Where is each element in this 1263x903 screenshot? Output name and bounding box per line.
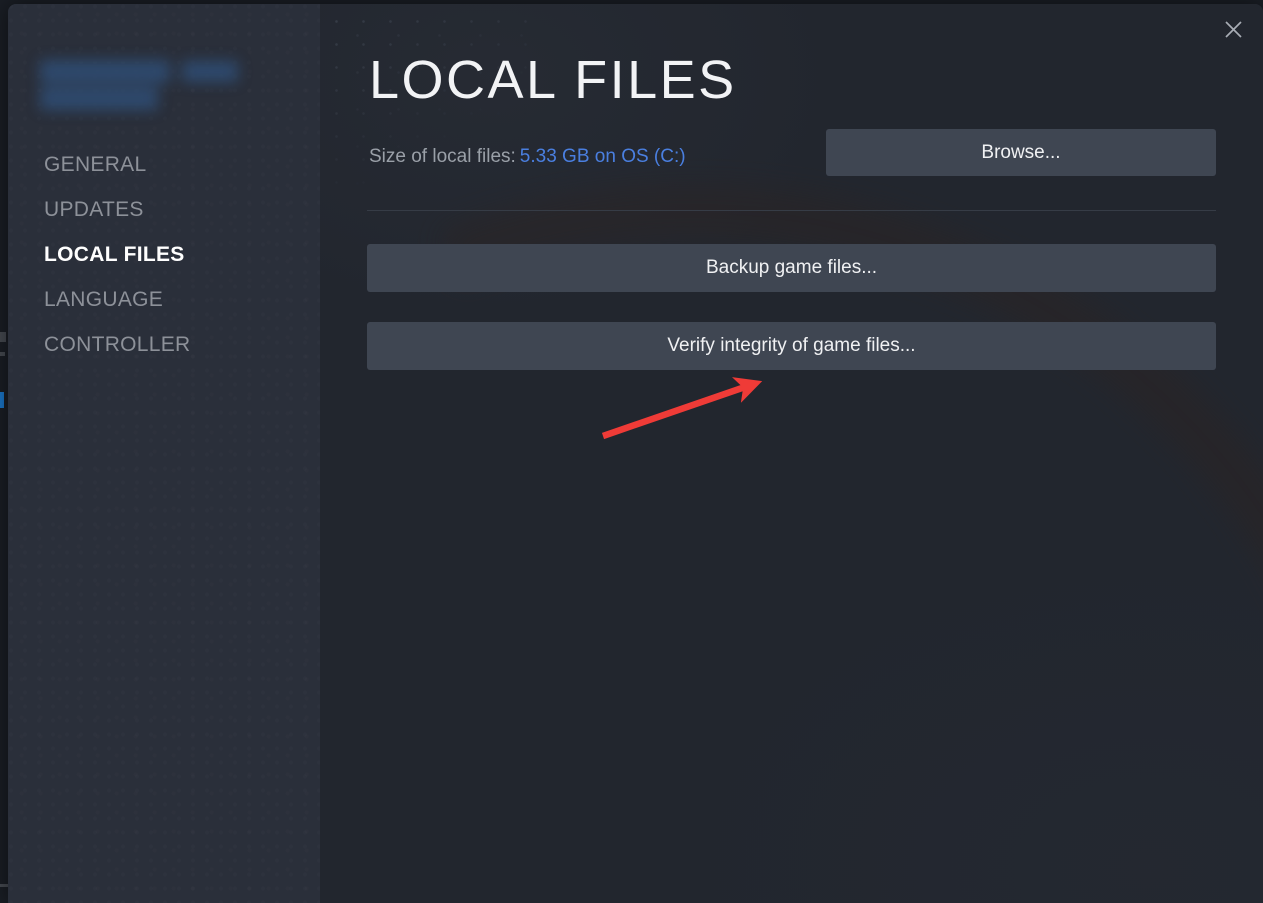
backup-game-files-button[interactable]: Backup game files... <box>367 244 1216 292</box>
sidebar-item-local-files[interactable]: LOCAL FILES <box>8 232 320 277</box>
sidebar-nav: GENERAL UPDATES LOCAL FILES LANGUAGE CON… <box>8 142 320 367</box>
redacted-bar <box>40 60 170 83</box>
redacted-bar <box>40 87 158 110</box>
redacted-bar <box>182 61 238 82</box>
backdrop-fragment <box>0 352 5 356</box>
local-files-size-row: Size of local files: 5.33 GB on OS (C:) <box>369 146 686 168</box>
backdrop-fragment <box>0 332 6 342</box>
section-divider <box>367 210 1216 211</box>
sidebar-item-controller[interactable]: CONTROLLER <box>8 322 320 367</box>
sidebar-item-language[interactable]: LANGUAGE <box>8 277 320 322</box>
verify-integrity-button[interactable]: Verify integrity of game files... <box>367 322 1216 370</box>
browse-button[interactable]: Browse... <box>826 129 1216 176</box>
page-title: LOCAL FILES <box>369 50 737 110</box>
dialog-sidebar: GENERAL UPDATES LOCAL FILES LANGUAGE CON… <box>8 4 320 903</box>
close-icon[interactable] <box>1213 12 1253 46</box>
size-value: 5.33 GB on OS (C:) <box>519 146 686 167</box>
game-title-redacted <box>36 56 238 118</box>
backdrop-accent-fragment <box>0 392 4 408</box>
sidebar-item-updates[interactable]: UPDATES <box>8 187 320 232</box>
dialog-content-pane: LOCAL FILES Size of local files: 5.33 GB … <box>320 4 1263 903</box>
backdrop-fragment <box>0 884 8 887</box>
game-properties-dialog: GENERAL UPDATES LOCAL FILES LANGUAGE CON… <box>8 4 1263 903</box>
size-label: Size of local files: <box>369 146 516 167</box>
sidebar-item-general[interactable]: GENERAL <box>8 142 320 187</box>
